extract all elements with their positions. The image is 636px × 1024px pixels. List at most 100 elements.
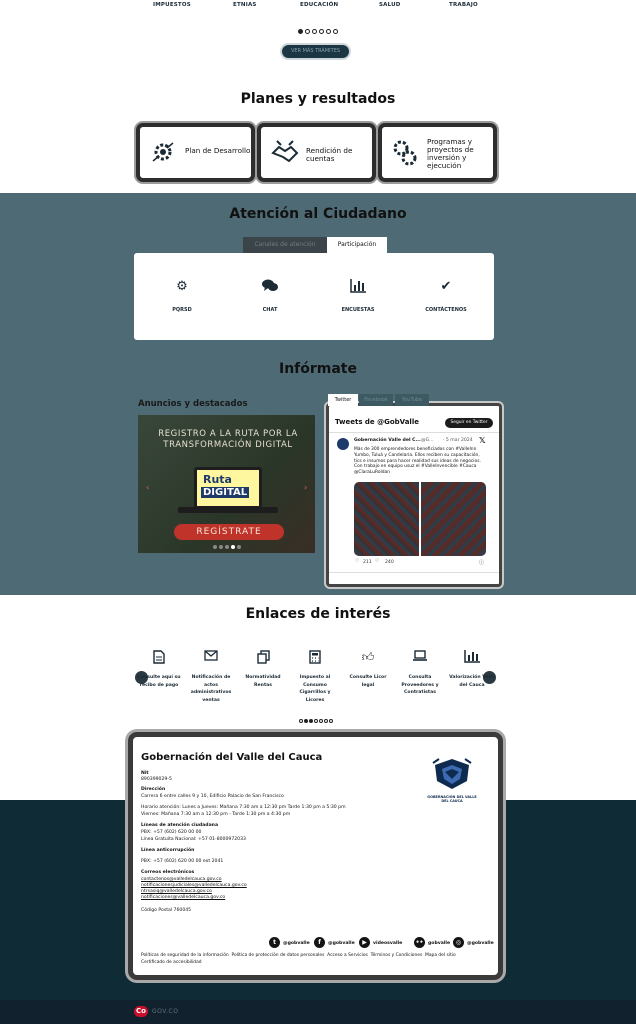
gear-icon: ⚙ xyxy=(176,279,188,294)
social-flickr[interactable]: •• gobvalle xyxy=(414,937,450,948)
social-youtube[interactable]: ▶ videosvalle xyxy=(359,937,402,948)
banner-dots[interactable] xyxy=(212,545,242,549)
top-nav: IMPUESTOS ETNIAS EDUCACIÓN SALUD TRABAJO xyxy=(0,0,636,12)
nit-label: Nit xyxy=(141,771,149,776)
follow-button[interactable]: Seguir en Twitter xyxy=(445,418,493,428)
social-facebook[interactable]: f @gobvalle xyxy=(314,937,355,948)
link-notifications[interactable]: Notificación de actos administrativos ve… xyxy=(186,650,236,704)
pbx-value: PBX: +57 (602) 620 00 00 xyxy=(141,830,202,835)
link-regulations[interactable]: Normatividad Rentas xyxy=(238,650,288,689)
nav-item-work[interactable]: TRABAJO xyxy=(449,2,478,8)
nav-item-education[interactable]: EDUCACIÓN xyxy=(300,2,338,8)
address-value: Carrera 6 entre calles 9 y 10, Edificio … xyxy=(141,794,284,799)
legal-link-sitemap[interactable]: Mapa del sitio xyxy=(425,953,456,958)
email-link[interactable]: notificaciones@valledelcauca.gov.co xyxy=(141,895,225,901)
attention-title: Atención al Ciudadano xyxy=(229,206,407,222)
link-label: Notificación de actos administrativos ve… xyxy=(190,675,232,703)
lines-label: Líneas de atención ciudadana xyxy=(141,823,219,828)
tweet-date: · 5 mar 2024 xyxy=(443,438,473,443)
legal-link-security[interactable]: Políticas de seguridad de la información xyxy=(141,953,229,958)
hours-line-2: Viernes: Mañana 7:30 am a 12:30 pm - Tar… xyxy=(141,812,291,817)
tab-youtube[interactable]: YouTube xyxy=(395,394,429,406)
attention-item-pqrsd[interactable]: ⚙ PQRSD xyxy=(152,279,212,313)
heart-icon[interactable]: ♡ xyxy=(375,559,379,564)
link-consumption-tax[interactable]: Impuesto al Consumo Cigarrillos y Licore… xyxy=(290,650,340,704)
banner-digital: DIGITAL xyxy=(201,487,250,498)
reply-icon[interactable]: ♡ xyxy=(355,559,359,564)
address-label: Dirección xyxy=(141,787,166,792)
tab-facebook[interactable]: Facebook xyxy=(359,394,393,406)
attention-item-chat[interactable]: CHAT xyxy=(240,279,300,313)
avatar[interactable] xyxy=(337,438,349,450)
tab-participation[interactable]: Participación xyxy=(327,237,387,253)
link-valorization[interactable]: Valorización Valle del Cauca xyxy=(447,650,497,689)
attention-item-contact[interactable]: ✔ CONTÁCTENOS xyxy=(416,279,476,313)
attention-label: ENCUESTAS xyxy=(341,307,375,313)
legal-link-terms[interactable]: Términos y Condiciones xyxy=(371,953,423,958)
gov-co-text[interactable]: GOV.CO xyxy=(152,1008,178,1015)
link-legal-liquor[interactable]: 👍︎ Consulte Licor legal xyxy=(343,650,393,689)
legal-links: Políticas de seguridad de la información… xyxy=(141,952,496,966)
social-label: @gobvalle xyxy=(328,941,355,946)
nav-item-health[interactable]: SALUD xyxy=(379,2,401,8)
anticorruption-value: PBX: +57 (602) 620 00 00 ext 2041 xyxy=(141,859,224,864)
carousel-dots[interactable] xyxy=(0,29,636,34)
plan-card-accountability[interactable]: Rendición de cuentas xyxy=(257,123,376,182)
strategy-gear-icon xyxy=(152,142,174,162)
footer-title: Gobernación del Valle del Cauca xyxy=(141,752,323,763)
handshake-icon xyxy=(271,140,299,163)
tweet-images[interactable] xyxy=(354,482,486,556)
postal-code: Código Postal 760045 xyxy=(141,908,192,913)
link-label: Consulte aquí su recibo de pago xyxy=(137,675,181,688)
plan-card-development[interactable]: Plan de Desarrollo xyxy=(136,123,255,182)
link-suppliers[interactable]: Consulta Proveedores y Contratistas xyxy=(395,650,445,697)
social-label: @gobvalle xyxy=(283,941,310,946)
chevron-right-icon[interactable]: › xyxy=(304,483,307,492)
plan-label: Programas y proyectos de inversión y eje… xyxy=(427,137,474,170)
register-button[interactable]: REGÍSTRATE xyxy=(174,524,284,540)
facebook-icon: f xyxy=(314,937,325,948)
social-instagram[interactable]: ◎ @gobvalle xyxy=(453,937,494,948)
link-label: Valorización Valle del Cauca xyxy=(449,675,495,688)
link-label: Consulte Licor legal xyxy=(349,675,387,688)
twitter-icon: t xyxy=(269,937,280,948)
thumbs-up-icon: 👍︎ xyxy=(361,650,375,664)
social-twitter[interactable]: t @gobvalle xyxy=(269,937,310,948)
tweet-author[interactable]: Gobernación Valle del C... xyxy=(354,438,421,443)
announcement-banner[interactable]: REGISTRO A LA RUTA POR LA TRANSFORMACIÓN… xyxy=(138,415,315,553)
nav-item-ethnicities[interactable]: ETNIAS xyxy=(233,2,257,8)
gov-co-logo[interactable]: Co xyxy=(134,1006,148,1017)
attention-label: PQRSD xyxy=(172,307,192,313)
nav-item-taxes[interactable]: IMPUESTOS xyxy=(153,2,191,8)
free-line-value: Línea Gratuita Nacional: +57 01-80009720… xyxy=(141,837,246,842)
links-title: Enlaces de interés xyxy=(245,606,391,622)
gov-co-bar: Co GOV.CO xyxy=(0,1000,636,1024)
widget-header: Tweets de @GobValle xyxy=(335,418,419,426)
info-icon[interactable]: ⓘ xyxy=(479,559,484,566)
legal-link-privacy[interactable]: Política de protección de datos personal… xyxy=(232,953,325,958)
see-more-button[interactable]: VER MÁS TRÁMITES xyxy=(282,45,349,58)
links-carousel-dots[interactable] xyxy=(298,719,333,723)
logo-text: GOBERNACIÓN DEL VALLE DEL CAUCA xyxy=(427,795,477,803)
laptop-icon xyxy=(395,650,445,666)
tab-channels[interactable]: Canales de atención xyxy=(243,237,327,253)
legal-link-access[interactable]: Acceso a Servicios xyxy=(327,953,368,958)
tab-twitter[interactable]: Twitter xyxy=(328,394,358,406)
gears-icon xyxy=(393,140,417,166)
link-label: Consulta Proveedores y Contratistas xyxy=(401,675,439,696)
banner-ruta: Ruta xyxy=(203,473,232,486)
announcements-title: Anuncios y destacados xyxy=(138,399,248,409)
plan-label: Plan de Desarrollo xyxy=(185,146,251,155)
legal-link-accessibility[interactable]: Certificado de accesibilidad xyxy=(141,960,202,965)
tweet-handle: @G... xyxy=(421,438,434,443)
plan-card-programs[interactable]: Programas y proyectos de inversión y eje… xyxy=(378,123,497,182)
tweet-text: Más de 300 emprendedores beneficiados co… xyxy=(354,447,481,476)
chevron-left-icon[interactable]: ‹ xyxy=(146,483,149,492)
mail-icon xyxy=(186,650,236,666)
social-label: @gobvalle xyxy=(467,941,494,946)
banner-headline: REGISTRO A LA RUTA POR LA TRANSFORMACIÓN… xyxy=(158,429,298,450)
attention-item-surveys[interactable]: ENCUESTAS xyxy=(328,279,388,313)
laptop-base xyxy=(178,507,278,513)
link-payment-receipt[interactable]: Consulte aquí su recibo de pago xyxy=(134,650,184,689)
government-logo[interactable]: GOBERNACIÓN DEL VALLE DEL CAUCA xyxy=(427,757,477,803)
